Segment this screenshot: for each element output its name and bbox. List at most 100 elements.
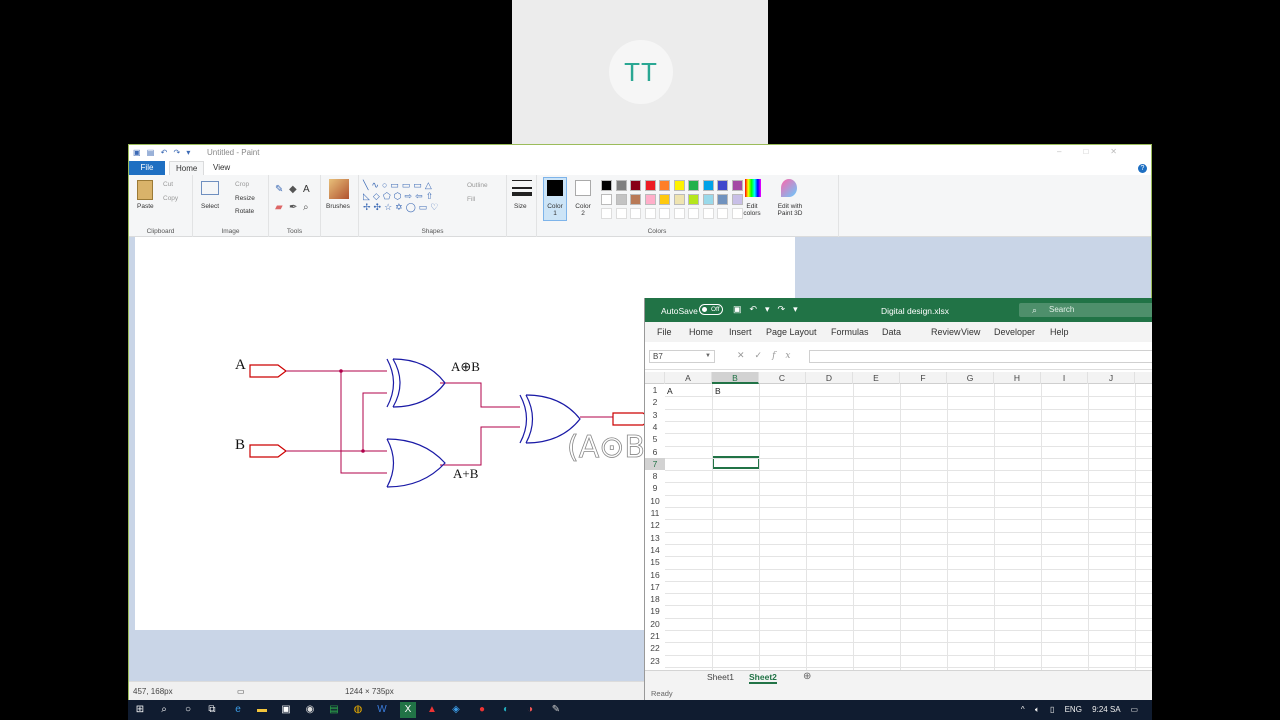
- fill-bucket-icon[interactable]: ◆: [289, 184, 297, 195]
- pencil-icon[interactable]: ✎: [275, 184, 283, 195]
- palette-color-swatch[interactable]: [731, 180, 743, 191]
- window-controls[interactable]: –□✕: [1057, 147, 1139, 156]
- row-header-6[interactable]: 6: [645, 446, 665, 458]
- row-header-11[interactable]: 11: [645, 507, 665, 519]
- row-header-9[interactable]: 9: [645, 482, 665, 494]
- palette-color-swatch[interactable]: [615, 180, 627, 191]
- excel-quick-access-icons[interactable]: ▣↶▾↷▾: [733, 304, 806, 315]
- row-header-16[interactable]: 16: [645, 569, 665, 581]
- palette-empty-slot[interactable]: [630, 208, 641, 219]
- row-header-2[interactable]: 2: [645, 396, 665, 408]
- network-icon[interactable]: ▯: [1050, 705, 1054, 714]
- tab-view[interactable]: View: [213, 161, 230, 175]
- palette-empty-slot[interactable]: [688, 208, 699, 219]
- select-all-corner[interactable]: [645, 372, 665, 384]
- palette-empty-slot[interactable]: [615, 208, 627, 219]
- app-icon[interactable]: ◈: [448, 702, 464, 718]
- sheet-tab-1[interactable]: Sheet1: [707, 672, 734, 682]
- cell-b1[interactable]: B: [715, 386, 721, 396]
- search-box[interactable]: ⌕ Search: [1019, 303, 1152, 317]
- magnifier-icon[interactable]: ⌕: [303, 202, 309, 213]
- palette-empty-slot[interactable]: [717, 208, 728, 219]
- row-header-23[interactable]: 23: [645, 655, 665, 667]
- excel-tab-developer[interactable]: Developer: [994, 327, 1035, 337]
- row-header-1[interactable]: 1: [645, 384, 665, 396]
- palette-color-swatch[interactable]: [702, 180, 714, 191]
- cell-a1[interactable]: A: [667, 386, 673, 396]
- palette-color-swatch[interactable]: [717, 180, 728, 191]
- tab-file[interactable]: File: [129, 161, 165, 175]
- cut-button[interactable]: Cut: [163, 181, 173, 188]
- app-icon[interactable]: ◑: [522, 702, 538, 718]
- excel-tab-data[interactable]: Data: [882, 327, 901, 337]
- edge-icon[interactable]: e: [230, 702, 246, 718]
- outline-button[interactable]: Outline: [467, 182, 488, 189]
- fill-button[interactable]: Fill: [467, 196, 475, 203]
- tray-chevron-icon[interactable]: ^: [1021, 705, 1025, 714]
- excel-tab-home[interactable]: Home: [689, 327, 713, 337]
- column-header-b[interactable]: B: [712, 372, 759, 384]
- shapes-gallery[interactable]: ╲∿○▭▭▭△ ◺◇⬠⬡⇨⇦⇧ ✢✣☆✡◯▭♡: [363, 180, 441, 213]
- excel-taskbar-icon[interactable]: X: [400, 702, 416, 718]
- edit-colors-button[interactable]: Edit colors: [737, 203, 767, 217]
- row-header-12[interactable]: 12: [645, 519, 665, 531]
- column-header-g[interactable]: G: [947, 372, 994, 384]
- row-header-8[interactable]: 8: [645, 470, 665, 482]
- tab-home[interactable]: Home: [169, 161, 205, 175]
- row-header-21[interactable]: 21: [645, 630, 665, 642]
- palette-empty-slot[interactable]: [659, 208, 670, 219]
- paste-button[interactable]: Paste: [137, 203, 154, 210]
- autosave-toggle[interactable]: Off: [699, 304, 723, 315]
- palette-color-swatch[interactable]: [601, 180, 612, 191]
- palette-color-swatch[interactable]: [673, 194, 685, 205]
- palette-empty-slot[interactable]: [673, 208, 685, 219]
- speaker-icon[interactable]: 🔈︎: [1035, 705, 1040, 714]
- excel-tab-formulas[interactable]: Formulas: [831, 327, 869, 337]
- column-header-j[interactable]: J: [1088, 372, 1135, 384]
- chrome-icon[interactable]: ◍: [350, 702, 366, 718]
- paint-quick-access-icons[interactable]: ▣ ▤ ↶ ↷ ▾: [133, 148, 192, 157]
- paint-taskbar-icon[interactable]: ✎: [548, 702, 564, 718]
- clock[interactable]: 9:24 SA: [1092, 705, 1120, 714]
- pdf-icon[interactable]: ▲: [424, 702, 440, 718]
- palette-color-swatch[interactable]: [659, 194, 670, 205]
- excel-tab-review[interactable]: Review: [931, 327, 961, 337]
- column-header-h[interactable]: H: [994, 372, 1041, 384]
- palette-color-swatch[interactable]: [688, 180, 699, 191]
- crop-button[interactable]: Crop: [235, 181, 249, 188]
- app-icon[interactable]: ●: [474, 702, 490, 718]
- store-icon[interactable]: ▣: [278, 702, 294, 718]
- brushes-button[interactable]: Brushes: [326, 203, 350, 210]
- row-header-19[interactable]: 19: [645, 605, 665, 617]
- column-header-d[interactable]: D: [806, 372, 853, 384]
- row-header-17[interactable]: 17: [645, 581, 665, 593]
- text-tool-icon[interactable]: A: [303, 184, 310, 195]
- select-button[interactable]: Select: [201, 203, 219, 210]
- eraser-icon[interactable]: ▰: [275, 202, 283, 213]
- row-header-18[interactable]: 18: [645, 593, 665, 605]
- language-indicator[interactable]: ENG: [1065, 705, 1082, 714]
- column-header-e[interactable]: E: [853, 372, 900, 384]
- sheet-tab-2[interactable]: Sheet2: [749, 672, 777, 684]
- palette-color-swatch[interactable]: [688, 194, 699, 205]
- excel-tab-insert[interactable]: Insert: [729, 327, 752, 337]
- row-header-15[interactable]: 15: [645, 556, 665, 568]
- notifications-icon[interactable]: ▭: [1130, 705, 1138, 714]
- excel-tab-help[interactable]: Help: [1050, 327, 1069, 337]
- column-header-i[interactable]: I: [1041, 372, 1088, 384]
- palette-color-swatch[interactable]: [659, 180, 670, 191]
- palette-color-swatch[interactable]: [717, 194, 728, 205]
- row-header-20[interactable]: 20: [645, 618, 665, 630]
- size-button[interactable]: Size: [514, 203, 527, 210]
- palette-empty-slot[interactable]: [601, 208, 612, 219]
- app-icon[interactable]: ◐: [498, 702, 514, 718]
- workbook-name[interactable]: Digital design.xlsx: [881, 306, 949, 316]
- column-header-f[interactable]: F: [900, 372, 947, 384]
- add-sheet-icon[interactable]: ⊕: [803, 671, 811, 682]
- row-header-3[interactable]: 3: [645, 409, 665, 421]
- palette-color-swatch[interactable]: [601, 194, 612, 205]
- row-header-5[interactable]: 5: [645, 433, 665, 445]
- help-icon[interactable]: ?: [1138, 164, 1147, 173]
- palette-empty-slot[interactable]: [644, 208, 656, 219]
- rotate-button[interactable]: Rotate: [235, 208, 254, 215]
